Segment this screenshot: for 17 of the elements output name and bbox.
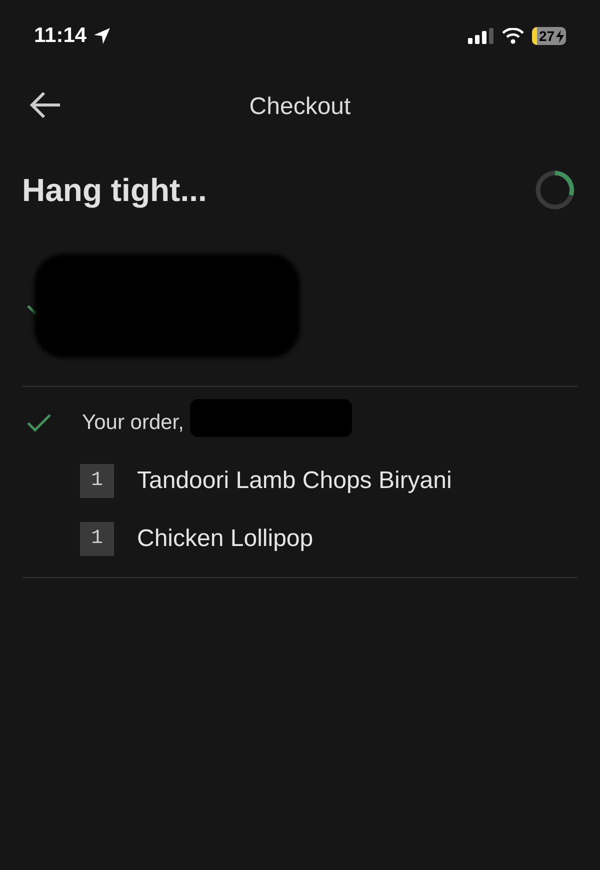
signal-icon	[468, 28, 494, 44]
quantity-badge: 1	[80, 522, 114, 556]
item-name: Tandoori Lamb Chops Biryani	[137, 466, 452, 496]
item-name: Chicken Lollipop	[137, 524, 314, 554]
loading-spinner-icon	[534, 169, 576, 211]
status-time: 11:14	[34, 23, 87, 50]
back-arrow-icon	[28, 90, 62, 120]
battery-percentage: 27	[539, 29, 555, 43]
wifi-icon	[502, 28, 524, 44]
order-heading: Your order,	[82, 410, 184, 436]
location-arrow-icon	[92, 27, 111, 45]
battery-fill	[532, 27, 537, 45]
quantity-badge: 1	[80, 464, 114, 498]
page-title: Checkout	[249, 92, 351, 122]
charging-bolt-icon	[556, 30, 564, 42]
back-button[interactable]	[28, 90, 62, 120]
status-heading: Hang tight...	[22, 171, 207, 210]
